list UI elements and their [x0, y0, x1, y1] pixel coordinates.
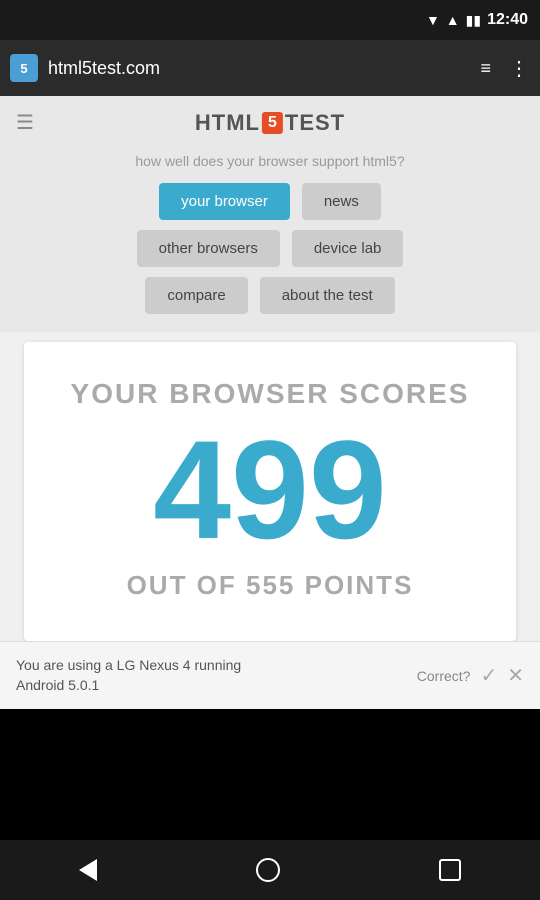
nav-row-2: other browsers device lab	[137, 230, 404, 267]
logo-html-text: HTML	[195, 110, 260, 136]
menu-dots-icon[interactable]: ⋮	[509, 56, 530, 81]
browser-url: html5test.com	[48, 58, 470, 79]
browser-bar: 5 html5test.com ≡ ⋮	[0, 40, 540, 96]
compare-button[interactable]: compare	[145, 277, 247, 314]
about-test-button[interactable]: about the test	[260, 277, 395, 314]
news-button[interactable]: news	[302, 183, 381, 220]
wifi-icon: ▼	[426, 12, 440, 28]
status-time: 12:40	[487, 11, 528, 29]
nav-row-3: compare about the test	[145, 277, 394, 314]
other-browsers-button[interactable]: other browsers	[137, 230, 280, 267]
score-out-of: OUT OF 555 POINTS	[44, 570, 496, 601]
site-logo: HTML 5 TEST	[195, 110, 345, 136]
score-section: YOUR BROWSER SCORES 499 OUT OF 555 POINT…	[0, 332, 540, 641]
battery-icon: ▮▮	[466, 12, 481, 29]
device-info-text: You are using a LG Nexus 4 runningAndroi…	[16, 657, 241, 693]
nav-header: ☰ HTML 5 TEST	[0, 96, 540, 149]
bottom-info-bar: You are using a LG Nexus 4 runningAndroi…	[0, 641, 540, 709]
correct-check-icon[interactable]: ✓	[480, 663, 497, 688]
correct-x-icon[interactable]: ✕	[507, 663, 524, 688]
correct-section: Correct? ✓ ✕	[417, 663, 524, 688]
nav-buttons: your browser news other browsers device …	[0, 183, 540, 332]
device-info: You are using a LG Nexus 4 runningAndroi…	[16, 656, 241, 695]
score-card: YOUR BROWSER SCORES 499 OUT OF 555 POINT…	[24, 342, 516, 641]
browser-favicon: 5	[10, 54, 38, 82]
logo-5-badge: 5	[262, 112, 283, 134]
your-browser-button[interactable]: your browser	[159, 183, 290, 220]
back-button[interactable]	[79, 859, 97, 881]
logo-test-text: TEST	[285, 110, 345, 136]
device-lab-button[interactable]: device lab	[292, 230, 404, 267]
score-title: YOUR BROWSER SCORES	[44, 378, 496, 410]
nav-row-1: your browser news	[159, 183, 381, 220]
main-content: ☰ HTML 5 TEST how well does your browser…	[0, 96, 540, 709]
tagline: how well does your browser support html5…	[0, 149, 540, 183]
correct-label: Correct?	[417, 668, 471, 684]
signal-icon: ▲	[446, 12, 460, 28]
menu-lines-icon[interactable]: ≡	[480, 58, 491, 79]
home-button[interactable]	[256, 858, 280, 882]
recent-apps-button[interactable]	[439, 859, 461, 881]
status-icons: ▼ ▲ ▮▮ 12:40	[426, 11, 528, 29]
score-number: 499	[44, 420, 496, 560]
hamburger-icon[interactable]: ☰	[16, 110, 34, 135]
status-bar: ▼ ▲ ▮▮ 12:40	[0, 0, 540, 40]
android-nav-bar	[0, 840, 540, 900]
